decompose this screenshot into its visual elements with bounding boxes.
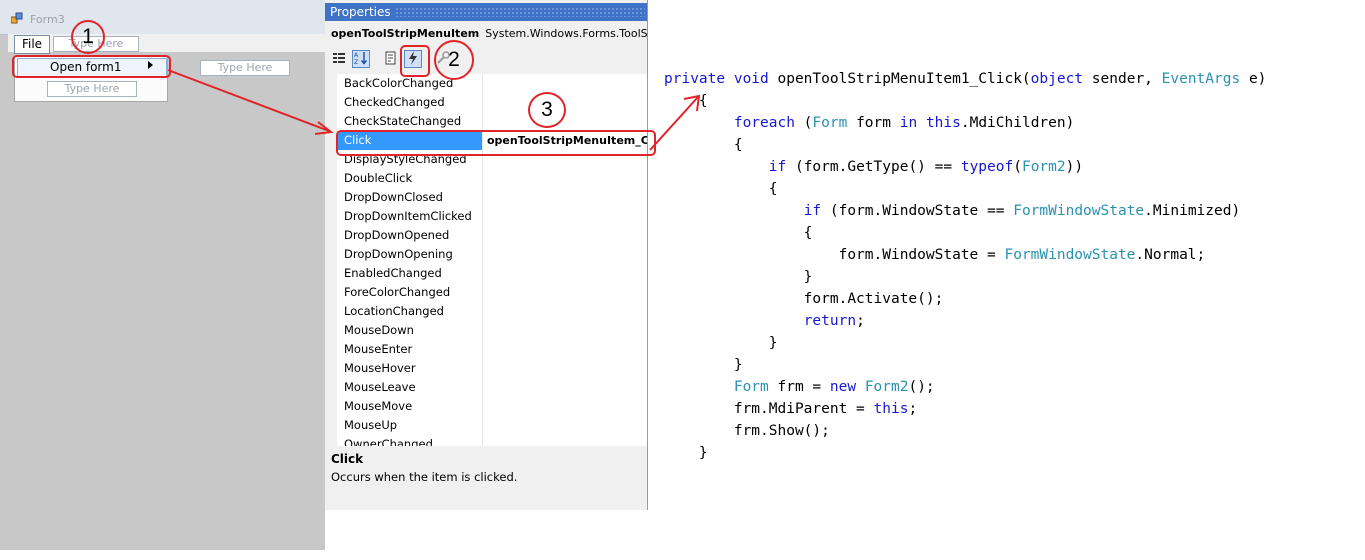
annotation-arrows — [167, 69, 701, 151]
arrow-to-click-event — [167, 69, 330, 132]
arrow-to-code — [649, 96, 699, 151]
